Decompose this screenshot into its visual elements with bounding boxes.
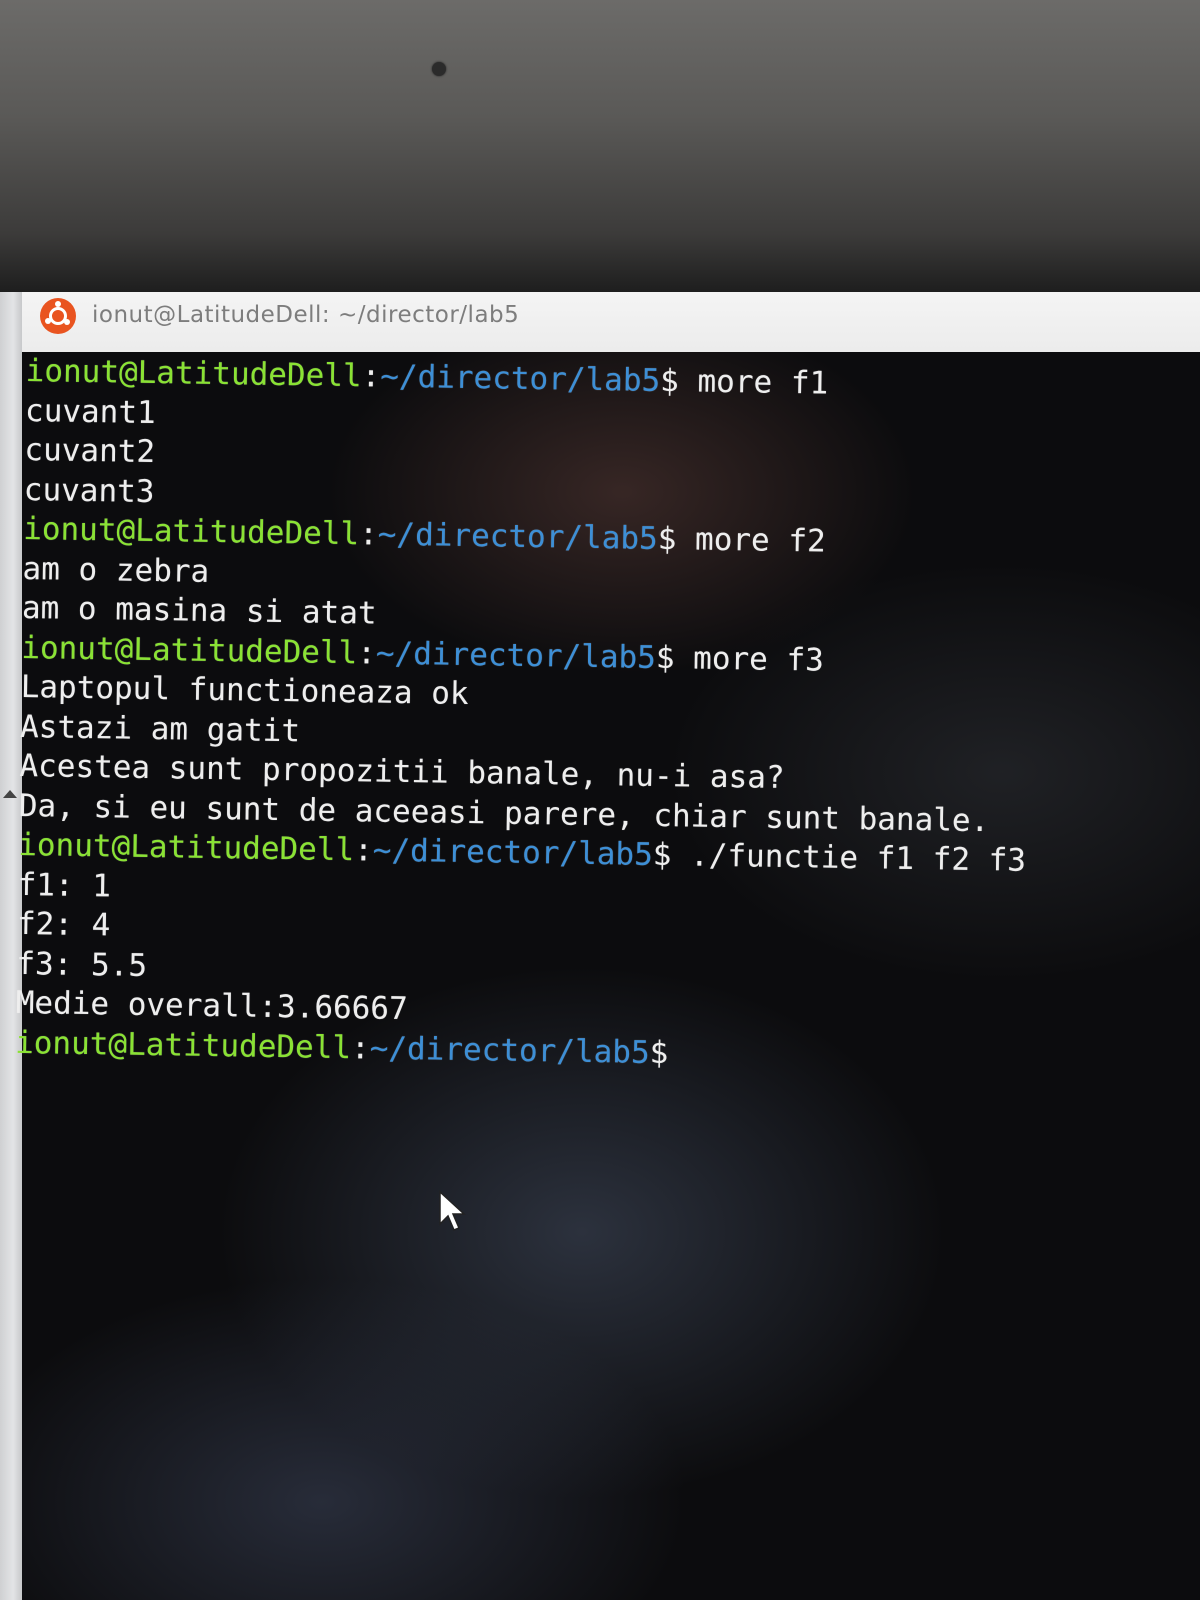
prompt-dollar: $ [657, 520, 677, 558]
prompt-colon: : [356, 634, 377, 672]
ubuntu-icon [40, 298, 76, 334]
prompt-user-host: ionut@LatitudeDell [14, 1024, 352, 1066]
prompt-user-host: ionut@LatitudeDell [22, 510, 360, 553]
prompt-path: ~/director/lab5 [377, 516, 659, 557]
prompt-user-host: ionut@LatitudeDell [25, 352, 362, 395]
prompt-dollar: $ [652, 836, 672, 874]
command-text: ./functie f1 f2 f3 [671, 837, 1027, 879]
prompt-path: ~/director/lab5 [372, 832, 654, 873]
window-title: ionut@LatitudeDell: ~/director/lab5 [92, 302, 520, 328]
monitor-bezel [0, 0, 1200, 292]
prompt-colon: : [361, 358, 381, 395]
scroll-up-arrow-icon[interactable] [3, 790, 17, 798]
prompt-user-host: ionut@LatitudeDell [17, 826, 355, 869]
photo-of-monitor: ionut@LatitudeDell: ~/director/lab5 ionu… [0, 0, 1200, 1600]
prompt-colon: : [358, 516, 379, 553]
command-text: more f1 [678, 363, 829, 402]
prompt-dollar: $ [649, 1034, 669, 1071]
mouse-cursor-icon [439, 1190, 466, 1231]
prompt-user-host: ionut@LatitudeDell [21, 629, 358, 671]
terminal-window: ionut@LatitudeDell: ~/director/lab5 ionu… [15, 292, 1200, 1600]
window-titlebar[interactable]: ionut@LatitudeDell: ~/director/lab5 [22, 292, 1200, 353]
prompt-dollar: $ [655, 639, 675, 676]
prompt-path: ~/director/lab5 [369, 1029, 650, 1071]
prompt-path: ~/director/lab5 [375, 635, 657, 676]
command-text: more f3 [674, 639, 825, 679]
prompt-dollar: $ [659, 362, 680, 400]
terminal-output: ionut@LatitudeDell:~/director/lab5$ more… [15, 352, 1186, 1081]
command-text: more f2 [676, 521, 826, 560]
webcam-dot [432, 62, 446, 76]
prompt-path: ~/director/lab5 [380, 358, 661, 399]
prompt-colon: : [353, 832, 374, 869]
prompt-colon: : [350, 1029, 371, 1066]
terminal-area[interactable]: ionut@LatitudeDell:~/director/lab5$ more… [15, 352, 1200, 1600]
